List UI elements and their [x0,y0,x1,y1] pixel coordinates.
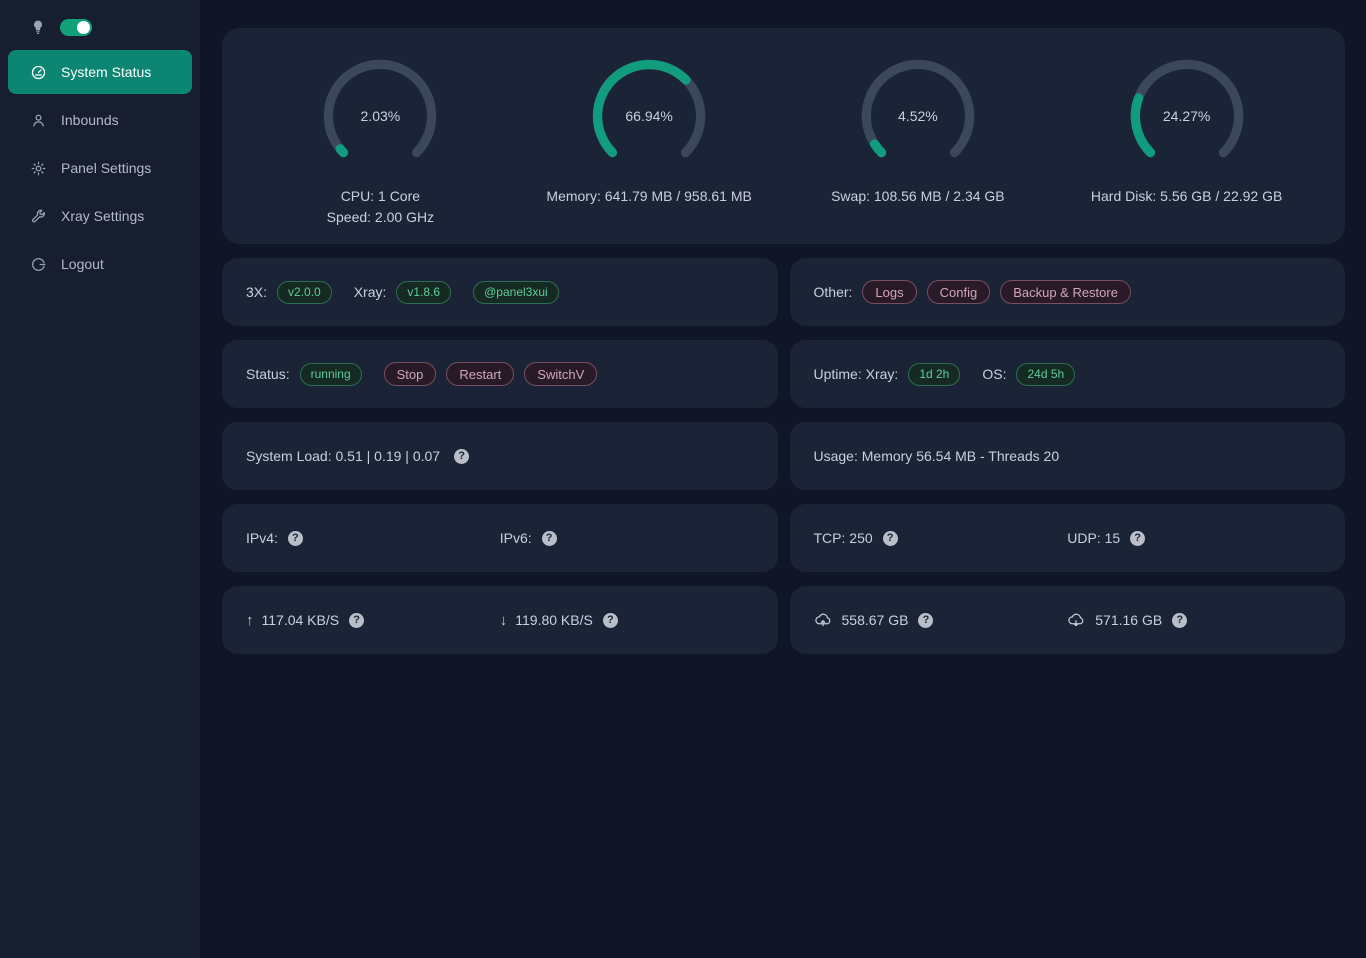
sidebar-item-logout[interactable]: Logout [8,242,192,286]
cloud-upload-icon [814,611,832,629]
switch-version-button[interactable]: SwitchV [524,362,597,386]
help-icon[interactable]: ? [1130,531,1145,546]
usage-text: Usage: Memory 56.54 MB - Threads 20 [814,448,1060,464]
3x-label: 3X: [246,284,267,300]
wrench-icon [30,208,47,225]
logs-button[interactable]: Logs [862,280,916,304]
help-icon[interactable]: ? [1172,613,1187,628]
telegram-channel-tag[interactable]: @panel3xui [473,281,559,304]
sidebar-item-label: System Status [61,64,151,80]
gauge-cpu: 2.03% CPU: 1 Core Speed: 2.00 GHz [246,54,515,228]
help-icon[interactable]: ? [603,613,618,628]
other-label: Other: [814,284,853,300]
usage-card: Usage: Memory 56.54 MB - Threads 20 [790,422,1346,490]
main-content: 2.03% CPU: 1 Core Speed: 2.00 GHz 66.94%… [200,0,1366,958]
config-button[interactable]: Config [927,280,991,304]
gauge-swap: 4.52% Swap: 108.56 MB / 2.34 GB [784,54,1053,228]
restart-button[interactable]: Restart [446,362,514,386]
upload-arrow-icon: ↑ [246,612,254,629]
sidebar-item-system-status[interactable]: System Status [8,50,192,94]
disk-label: Hard Disk: 5.56 GB / 22.92 GB [1091,186,1282,207]
help-icon[interactable]: ? [454,449,469,464]
ipv6-label: IPv6: [500,530,532,546]
lightbulb-icon [30,19,46,35]
sidebar-item-label: Xray Settings [61,208,144,224]
system-load-card: System Load: 0.51 | 0.19 | 0.07 ? [222,422,778,490]
cpu-percent: 2.03% [318,108,442,124]
sidebar-item-label: Logout [61,256,104,272]
gauge-disk: 24.27% Hard Disk: 5.56 GB / 22.92 GB [1052,54,1321,228]
status-label: Status: [246,366,290,382]
help-icon[interactable]: ? [288,531,303,546]
gauge-memory: 66.94% Memory: 641.79 MB / 958.61 MB [515,54,784,228]
memory-percent: 66.94% [587,108,711,124]
sidebar-nav: System Status Inbounds Panel Settings Xr… [0,50,200,286]
download-arrow-icon: ↓ [500,612,508,629]
logout-icon [30,256,47,273]
theme-row [0,18,200,50]
sidebar-item-xray-settings[interactable]: Xray Settings [8,194,192,238]
total-received-text: 571.16 GB [1095,612,1162,628]
total-traffic-card: 558.67 GB ? 571.16 GB ? [790,586,1346,654]
theme-toggle[interactable] [60,19,92,36]
toggle-knob [77,21,90,34]
xray-version-tag[interactable]: v1.8.6 [396,281,451,304]
disk-percent: 24.27% [1125,108,1249,124]
uptime-xray-label: Uptime: Xray: [814,366,899,382]
cpu-speed-label: Speed: 2.00 GHz [327,207,434,228]
network-speed-card: ↑ 117.04 KB/S ? ↓ 119.80 KB/S ? [222,586,778,654]
swap-label: Swap: 108.56 MB / 2.34 GB [831,186,1005,207]
connections-card: TCP: 250 ? UDP: 15 ? [790,504,1346,572]
sidebar-item-inbounds[interactable]: Inbounds [8,98,192,142]
udp-count-text: UDP: 15 [1067,530,1120,546]
ip-card: IPv4: ? IPv6: ? [222,504,778,572]
sidebar: System Status Inbounds Panel Settings Xr… [0,0,200,958]
total-sent-text: 558.67 GB [842,612,909,628]
user-icon [30,112,47,129]
uptime-card: Uptime: Xray: 1d 2h OS: 24d 5h [790,340,1346,408]
sidebar-item-panel-settings[interactable]: Panel Settings [8,146,192,190]
backup-restore-button[interactable]: Backup & Restore [1000,280,1131,304]
help-icon[interactable]: ? [918,613,933,628]
xray-label: Xray: [354,284,387,300]
download-speed-text: 119.80 KB/S [515,612,593,628]
stop-button[interactable]: Stop [384,362,437,386]
memory-label: Memory: 641.79 MB / 958.61 MB [546,186,751,207]
system-load-text: System Load: 0.51 | 0.19 | 0.07 [246,448,440,464]
help-icon[interactable]: ? [542,531,557,546]
versions-card: 3X: v2.0.0 Xray: v1.8.6 @panel3xui [222,258,778,326]
system-gauges-card: 2.03% CPU: 1 Core Speed: 2.00 GHz 66.94%… [222,28,1345,244]
xray-uptime-badge: 1d 2h [908,363,960,386]
cpu-label: CPU: 1 Core [327,186,434,207]
status-running-badge: running [300,363,362,386]
sidebar-item-label: Panel Settings [61,160,151,176]
gear-icon [30,160,47,177]
sidebar-item-label: Inbounds [61,112,119,128]
dashboard-icon [30,64,47,81]
cloud-download-icon [1067,611,1085,629]
help-icon[interactable]: ? [883,531,898,546]
upload-speed-text: 117.04 KB/S [262,612,340,628]
status-card: Status: running Stop Restart SwitchV [222,340,778,408]
tcp-count-text: TCP: 250 [814,530,873,546]
os-label: OS: [982,366,1006,382]
other-card: Other: Logs Config Backup & Restore [790,258,1346,326]
3x-version-tag[interactable]: v2.0.0 [277,281,332,304]
os-uptime-badge: 24d 5h [1016,363,1075,386]
swap-percent: 4.52% [856,108,980,124]
help-icon[interactable]: ? [349,613,364,628]
ipv4-label: IPv4: [246,530,278,546]
